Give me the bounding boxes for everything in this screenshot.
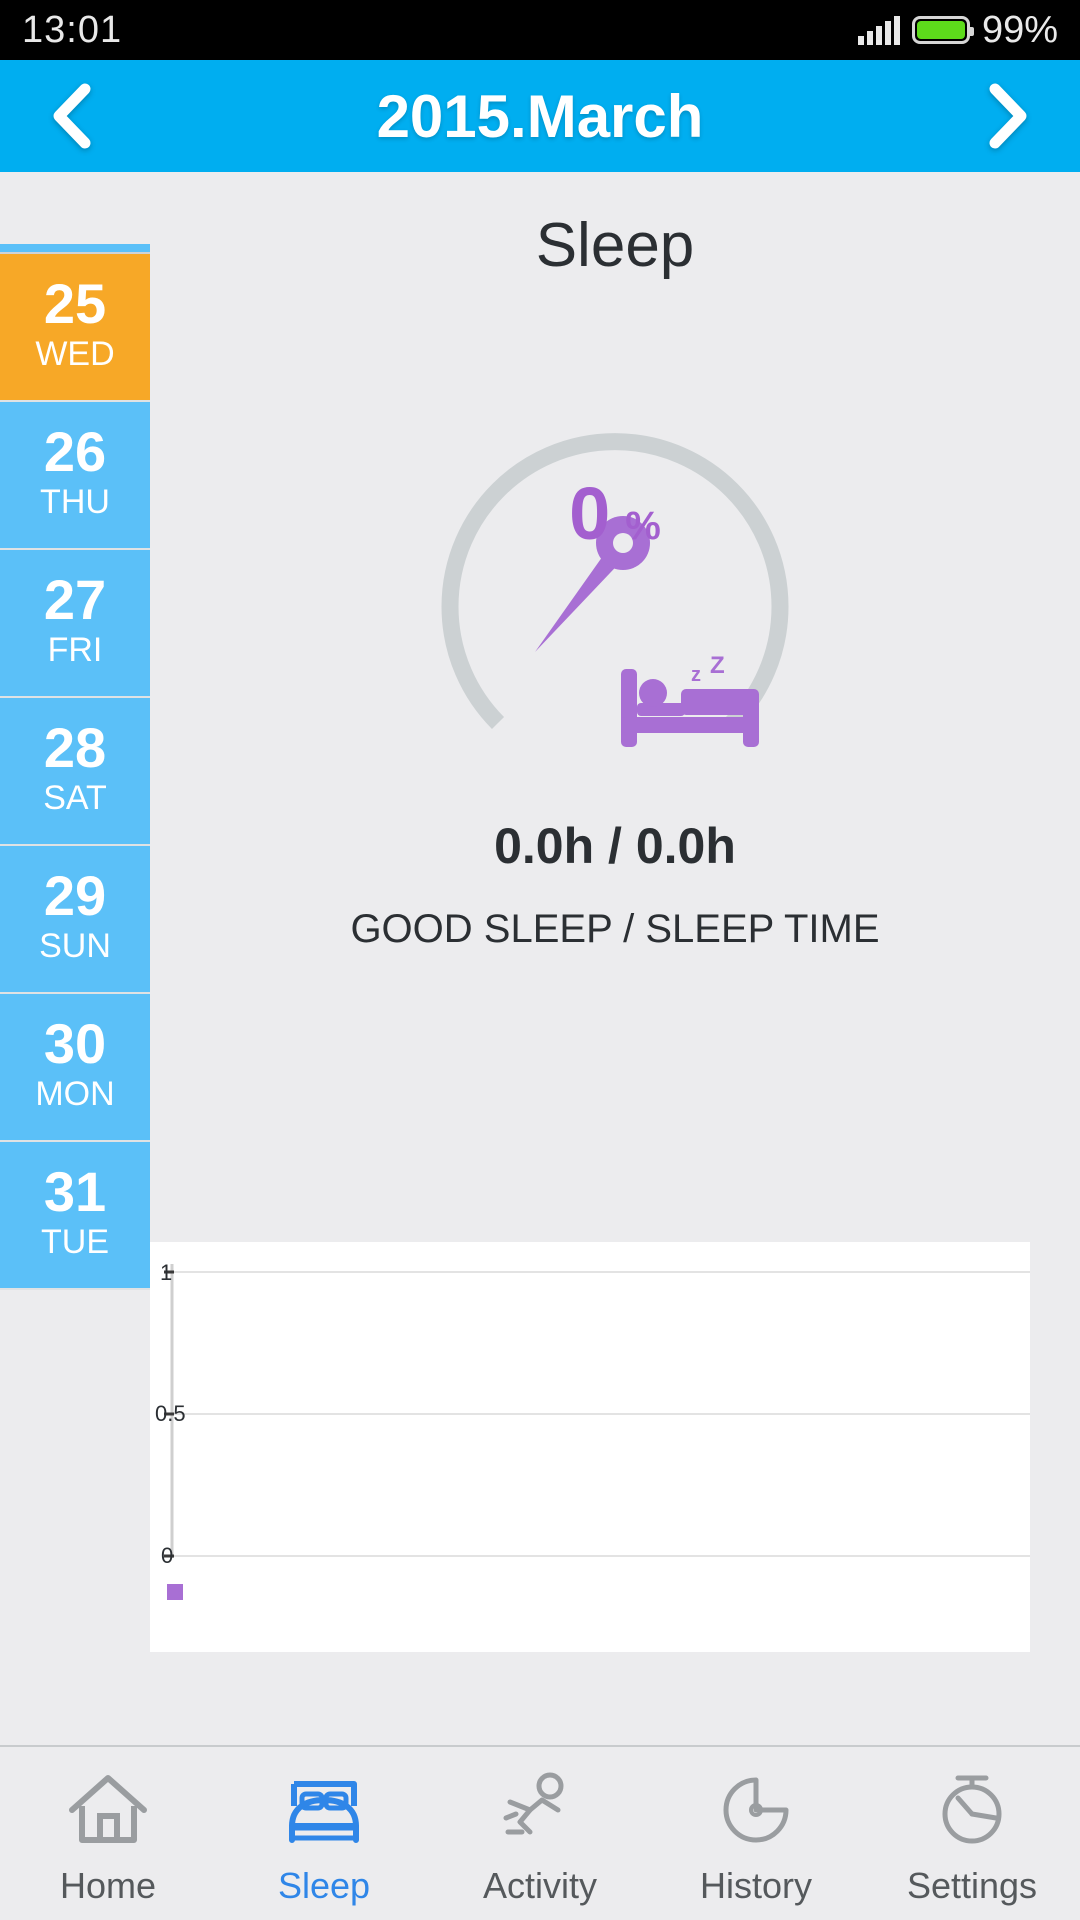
nav-label-sleep: Sleep [277,1865,371,1906]
sleep-gauge: 0% z Z [365,303,865,803]
date-tile-29[interactable]: 29 SUN [0,846,150,994]
sleep-chart[interactable]: 1 0.5 0 [150,1242,1030,1652]
svg-text:z: z [691,664,701,686]
date-weekday: MON [35,1075,115,1114]
nav-item-home[interactable]: Home [0,1760,216,1907]
date-number: 29 [43,864,107,928]
app-header: 2015.March [0,60,1080,172]
nav-item-activity[interactable]: Activity [432,1760,648,1907]
running-person-icon [496,1766,584,1859]
status-bar: 13:01 99% [0,0,1080,60]
next-month-button[interactable] [976,81,1040,151]
nav-item-settings[interactable]: Settings [864,1760,1080,1907]
prev-month-button[interactable] [40,81,104,151]
battery-icon [911,16,974,44]
signal-bars-icon [857,15,900,45]
date-tile-25[interactable]: 25 WED [0,254,150,402]
date-number: 30 [43,1012,107,1076]
gauge-value: 0 [569,472,612,555]
gauge-unit: % [625,504,661,548]
date-tile-27[interactable]: 27 FRI [0,550,150,698]
home-icon [64,1766,152,1859]
date-weekday: FRI [47,631,103,670]
bed-icon [280,1766,368,1859]
chart-ytick-0: 0 [161,1543,174,1568]
content-area: 25 WED 26 THU 27 FRI 28 SAT 29 SUN 30 MO… [0,172,1080,1747]
sidebar-top-accent [0,244,150,254]
date-weekday: TUE [41,1223,109,1262]
main-panel: Sleep 0% z Z 0.0h / 0.0h GOOD SLEEP / SL… [150,172,1080,1747]
status-bar-indicators: 99% [857,8,1058,52]
date-weekday: WED [35,335,115,374]
nav-label-history: History [699,1865,812,1906]
sleep-hours-value: 0.0h / 0.0h [494,818,736,874]
date-number: 25 [43,272,107,336]
date-number: 26 [43,420,107,484]
section-title: Sleep [535,211,695,280]
nav-label-activity: Activity [482,1865,597,1906]
svg-text:Z: Z [710,655,725,679]
chart-ytick-0-5: 0.5 [155,1401,186,1426]
stopwatch-icon [928,1766,1016,1859]
page-title-month: 2015.March [376,82,704,150]
date-weekday: SUN [39,927,111,966]
date-tile-30[interactable]: 30 MON [0,994,150,1142]
sleep-hours-label: GOOD SLEEP / SLEEP TIME [350,907,880,951]
date-sidebar[interactable]: 25 WED 26 THU 27 FRI 28 SAT 29 SUN 30 MO… [0,244,150,1290]
battery-percent-label: 99% [981,8,1058,51]
date-tile-28[interactable]: 28 SAT [0,698,150,846]
nav-label-settings: Settings [906,1865,1038,1906]
status-bar-time: 13:01 [22,8,123,51]
date-weekday: SAT [43,779,107,818]
sleep-stats: 0.0h / 0.0h GOOD SLEEP / SLEEP TIME [150,817,1080,952]
date-number: 28 [43,716,107,780]
date-weekday: THU [40,483,110,522]
nav-label-home: Home [59,1865,157,1906]
date-tile-26[interactable]: 26 THU [0,402,150,550]
date-number: 31 [43,1160,107,1224]
nav-item-history[interactable]: History [648,1760,864,1907]
chart-ytick-1: 1 [160,1260,173,1285]
date-number: 27 [43,568,107,632]
gauge-value-group: 0% [365,471,865,556]
bottom-navigation: Home Sleep Activity History Settings [0,1745,1080,1920]
pie-chart-icon [712,1766,800,1859]
date-tile-31[interactable]: 31 TUE [0,1142,150,1290]
nav-item-sleep[interactable]: Sleep [216,1760,432,1907]
